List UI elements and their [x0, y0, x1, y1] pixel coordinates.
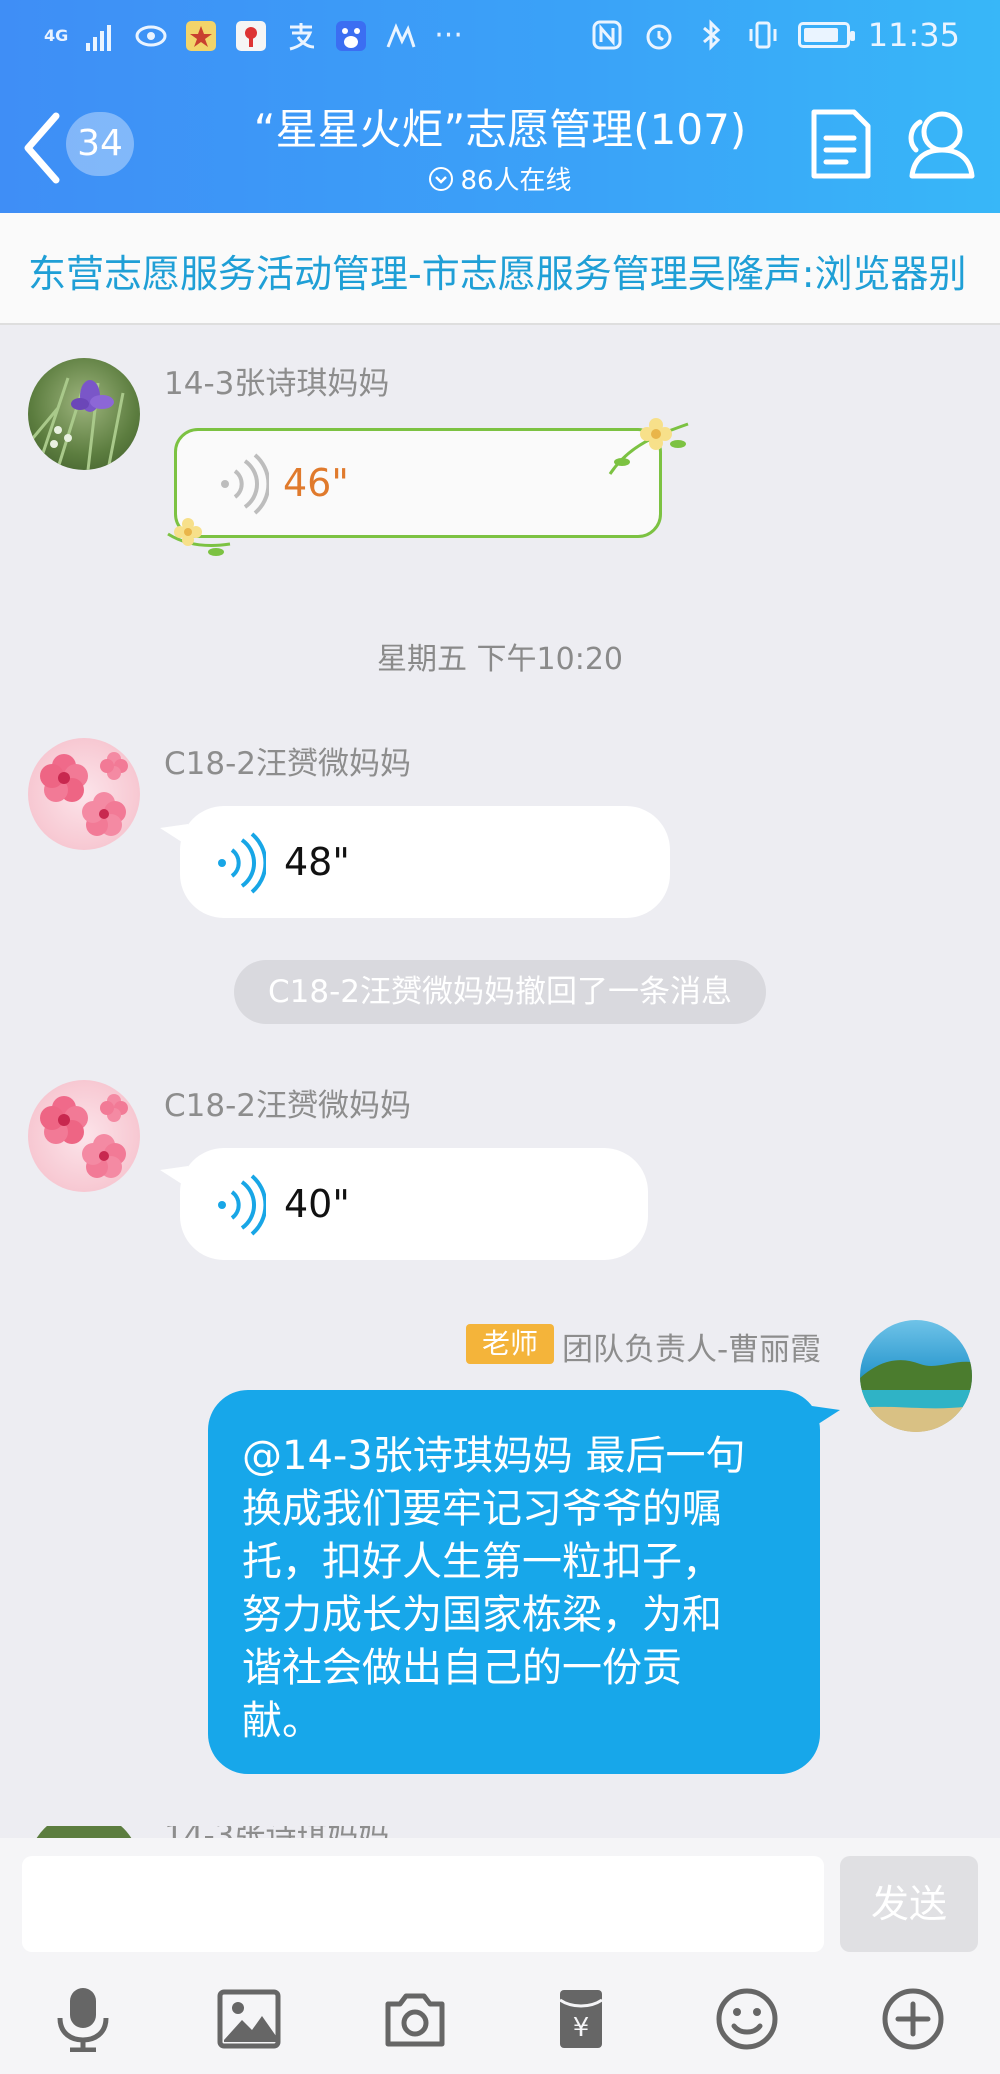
- avatar[interactable]: [28, 358, 140, 470]
- clock: 11:35: [867, 16, 960, 54]
- flower-decoration-icon: [167, 518, 231, 556]
- status-right: 11:35: [590, 16, 960, 54]
- battery-icon: [797, 22, 855, 48]
- sender-name: 14-3张诗琪妈妈: [164, 366, 390, 402]
- beach-photo-icon: [860, 1360, 972, 1432]
- voice-message[interactable]: 46": [174, 428, 662, 538]
- avatar[interactable]: [28, 1080, 140, 1192]
- message-input[interactable]: [22, 1856, 824, 1952]
- flower-decoration-icon: [608, 418, 689, 475]
- baidu-icon: [336, 20, 367, 51]
- message-line: 换成我们要牢记习爷爷的嘱: [242, 1486, 722, 1532]
- alarm-icon: [646, 24, 672, 50]
- announcement-text: 东营志愿服务活动管理-市志愿服务管理吴隆声:浏览器别: [28, 252, 967, 296]
- sender-name: C18-2汪赟微妈妈: [164, 746, 412, 782]
- message-line: 谐社会做出自己的一份贡: [242, 1645, 682, 1691]
- group-announcement-bar[interactable]: 东营志愿服务活动管理-市志愿服务管理吴隆声:浏览器别: [0, 213, 1000, 325]
- voice-duration: 46": [283, 461, 349, 505]
- recall-notice: C18-2汪赟微妈妈撤回了一条消息: [234, 960, 766, 1024]
- group-members-icon[interactable]: [900, 108, 978, 180]
- message-line: @14-3张诗琪妈妈 最后一句: [242, 1433, 746, 1479]
- status-left: 4G ···: [44, 18, 463, 53]
- voice-duration: 40": [284, 1182, 350, 1226]
- voice-duration: 48": [284, 840, 350, 884]
- voice-message[interactable]: 40": [180, 1148, 648, 1260]
- more-notifications-icon: ···: [434, 18, 463, 53]
- blossom-photo-icon: [40, 752, 128, 836]
- time-separator: 星期五 下午10:20: [377, 642, 623, 677]
- message-line: 献。: [242, 1698, 322, 1744]
- voice-message[interactable]: 48": [180, 806, 670, 918]
- bubble-tail: [160, 824, 188, 846]
- message-line: 托，扣好人生第一粒扣子，: [242, 1539, 722, 1585]
- flower-photo-icon: [31, 377, 125, 470]
- red-packet-icon[interactable]: ¥: [548, 1986, 614, 2052]
- status-bar: 4G ··· 11:35: [0, 0, 1000, 72]
- clipped-message: 14-3张诗琪妈妈: [0, 1826, 1000, 1838]
- image-icon[interactable]: [216, 1986, 282, 2052]
- bubble-tail: [812, 1406, 840, 1428]
- message-line: 努力成长为国家栋梁，为和: [242, 1592, 722, 1638]
- mic-icon[interactable]: [50, 1986, 116, 2052]
- chevron-down-icon: [429, 166, 454, 191]
- group-files-icon[interactable]: [808, 108, 874, 180]
- map-app-icon: [236, 20, 267, 51]
- alipay-icon: [289, 22, 315, 50]
- text-message[interactable]: @14-3张诗琪妈妈 最后一句 换成我们要牢记习爷爷的嘱 托，扣好人生第一粒扣子…: [208, 1390, 820, 1774]
- sender-name: 14-3张诗琪妈妈: [164, 1826, 389, 1838]
- star-app-icon: [186, 20, 217, 51]
- camera-icon[interactable]: [382, 1986, 448, 2052]
- app-icon: [386, 22, 416, 48]
- input-bar: 发送 ¥: [0, 1838, 1000, 2074]
- signal-icon: [86, 24, 112, 51]
- avatar[interactable]: [860, 1320, 972, 1432]
- bubble-tail: [160, 1166, 188, 1188]
- plus-icon[interactable]: [880, 1986, 946, 2052]
- network-label: 4G: [44, 26, 69, 45]
- online-count-label: 86人在线: [460, 166, 572, 196]
- chat-header: 4G ··· 11:35 34 “星星火炬”志愿管理(107) 86人在线: [0, 0, 1000, 213]
- avatar[interactable]: [28, 738, 140, 850]
- vibrate-icon: [749, 21, 777, 49]
- avatar[interactable]: [28, 1826, 140, 1838]
- svg-text:¥: ¥: [573, 2013, 590, 2043]
- voice-wave-icon: [218, 1174, 266, 1236]
- blossom-photo-icon: [40, 1094, 128, 1178]
- role-tag: 老师: [466, 1324, 554, 1364]
- eye-icon: [135, 25, 167, 46]
- voice-wave-icon: [218, 832, 266, 894]
- emoji-icon[interactable]: [714, 1986, 780, 2052]
- send-button[interactable]: 发送: [840, 1856, 978, 1952]
- sender-name: 团队负责人-曹丽霞: [562, 1332, 822, 1368]
- bluetooth-icon: [702, 19, 720, 51]
- sender-name: C18-2汪赟微妈妈: [164, 1088, 412, 1124]
- nfc-icon: [592, 20, 622, 50]
